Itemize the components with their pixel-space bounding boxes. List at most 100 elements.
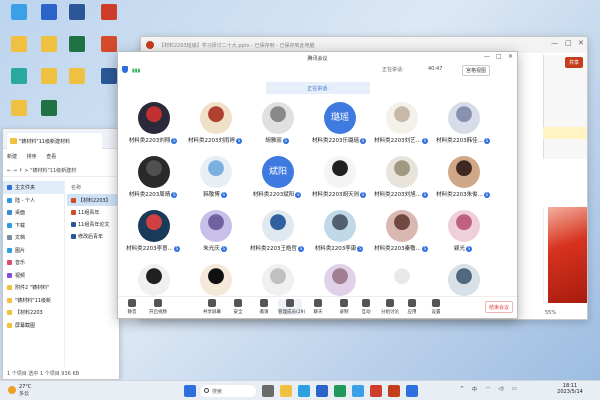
desktop-icon[interactable]	[34, 100, 64, 117]
minimize-icon[interactable]: —	[484, 53, 490, 60]
participant-tile[interactable]: 斌阳 材料类2203斌阳 S	[246, 156, 308, 198]
task-view-icon[interactable]	[262, 385, 274, 397]
volume-icon[interactable]: ◁)	[498, 386, 504, 392]
desktop-icon[interactable]	[94, 4, 124, 21]
desktop-icon[interactable]	[62, 36, 92, 53]
sidebar-item[interactable]: 图片	[3, 244, 64, 257]
up-icon[interactable]: ↑	[19, 168, 23, 174]
desktop-icon[interactable]	[62, 68, 92, 85]
participant-tile[interactable]: 材料类2203刘翔 S	[122, 102, 184, 144]
participant-tile[interactable]: 材料类2203朱俊... S	[432, 156, 494, 198]
taskbar-search[interactable]: 搜索	[200, 385, 256, 397]
wifi-icon[interactable]: ◠	[486, 386, 490, 392]
participant-tile[interactable]: 材料类2203王皓哲 S	[246, 210, 308, 252]
participant-tile[interactable]: 璐瑶 材料类2203乐璐瑶 S	[308, 102, 370, 144]
toolbar-button[interactable]: 设置	[424, 299, 448, 315]
participant-tile[interactable]: 材料类2203秦敬... S	[370, 210, 432, 252]
maximize-icon[interactable]: □	[565, 39, 572, 47]
sidebar-item[interactable]: 文档	[3, 231, 64, 244]
store-icon[interactable]	[316, 385, 328, 397]
sidebar-item[interactable]: 【材料2203	[3, 306, 64, 319]
participant-tile[interactable]: 材料类2203刘艺... S	[370, 102, 432, 144]
address-bar[interactable]: ← → ↑ > "铸材料"11级新建材	[3, 163, 119, 177]
close-icon[interactable]: ✕	[578, 39, 584, 47]
toolbar-button[interactable]: 分组讨论	[378, 299, 402, 315]
new-button[interactable]: 新建	[7, 154, 17, 160]
toolbar-button[interactable]: 静音	[120, 299, 144, 315]
file-explorer-taskbar-icon[interactable]	[280, 385, 292, 397]
participant-tile[interactable]: 韩敬博 S	[184, 156, 246, 198]
sidebar-item[interactable]: 陆 - 个人	[3, 194, 64, 207]
chrome-icon[interactable]	[334, 385, 346, 397]
desktop-icon[interactable]	[4, 4, 34, 21]
sidebar-item[interactable]: "铸材料"11级新	[3, 294, 64, 307]
toolbar-button[interactable]: 管理成员(29)	[278, 299, 305, 315]
sidebar-item[interactable]: 附件2 "铸材料"	[3, 281, 64, 294]
grid-view-button[interactable]: 宫格视图	[462, 65, 491, 76]
taskbar-clock[interactable]: 18:11 2023/5/14	[553, 383, 587, 395]
participant-tile[interactable]: 材料类2203韩佳... S	[432, 102, 494, 144]
sidebar-item[interactable]: 桌面	[3, 206, 64, 219]
file-explorer-window[interactable]: "铸材料"11级新建材料 新建 排序 查看 ← → ↑ > "铸材料"11级新建…	[2, 128, 120, 380]
toolbar-button[interactable]: 邀请	[252, 299, 276, 315]
desktop-icon[interactable]	[34, 36, 64, 53]
desktop-icon[interactable]	[34, 68, 64, 85]
ppt-slide-canvas[interactable]	[543, 207, 587, 303]
toolbar-button[interactable]: 应用	[400, 299, 424, 315]
sidebar-item[interactable]: 视频	[3, 269, 64, 282]
app-icon[interactable]	[352, 385, 364, 397]
desktop-icon[interactable]	[4, 36, 34, 53]
explorer-tab[interactable]: "铸材料"11级新建材料	[7, 133, 102, 149]
start-icon[interactable]	[184, 385, 196, 397]
participant-tile[interactable]: 材料类2203李意... S	[122, 210, 184, 252]
end-meeting-button[interactable]: 结束会议	[485, 301, 513, 313]
toolbar-button[interactable]: 聊天	[306, 299, 330, 315]
signal-icon[interactable]: ▮▮▮	[132, 68, 140, 74]
file-row[interactable]: 修改后青年	[67, 230, 119, 242]
sidebar-item[interactable]: 下载	[3, 219, 64, 232]
participant-tile[interactable]: 材料类2203周晴 S	[122, 156, 184, 198]
maximize-icon[interactable]: □	[496, 53, 502, 60]
tencent-meeting-window[interactable]: 腾讯会议 — □ ✕ ▮▮▮ 正在讲话: 40:47 宫格视图 正在讲话: 材料…	[117, 51, 518, 319]
back-icon[interactable]: ←	[7, 168, 11, 174]
participant-tile[interactable]: 颖光 S	[432, 210, 494, 252]
toolbar-button[interactable]: 共享屏幕	[200, 299, 224, 315]
file-row[interactable]: 11组青年	[67, 206, 119, 218]
document-icon	[71, 234, 76, 239]
participant-tile[interactable]: 朱光庆 S	[184, 210, 246, 252]
file-row[interactable]: 【材料2203】	[67, 194, 119, 206]
minimize-icon[interactable]: —	[551, 39, 558, 47]
close-icon[interactable]: ✕	[508, 53, 513, 60]
lang-indicator[interactable]: 中	[472, 386, 477, 393]
toolbar-button[interactable]: 录制	[332, 299, 356, 315]
toolbar-button[interactable]: 安全	[226, 299, 250, 315]
shield-icon[interactable]	[122, 66, 128, 73]
participant-tile[interactable]: 材料类2203胡天则 S	[308, 156, 370, 198]
desktop-icon[interactable]	[34, 4, 64, 21]
sort-button[interactable]: 排序	[27, 154, 37, 160]
sidebar-item[interactable]: 音乐	[3, 256, 64, 269]
tencent-meeting-taskbar-icon[interactable]	[406, 385, 418, 397]
edge-icon[interactable]	[298, 385, 310, 397]
file-row[interactable]: 11组青年论文	[67, 218, 119, 230]
sidebar-item[interactable]: 主文件夹	[3, 181, 64, 194]
desktop-icon[interactable]	[4, 100, 34, 117]
desktop-icon[interactable]	[62, 4, 92, 21]
participant-tile[interactable]: 材料类2203李康 S	[308, 210, 370, 252]
desktop-icon[interactable]	[4, 68, 34, 85]
tray-overflow-icon[interactable]: ^	[460, 386, 464, 392]
share-button[interactable]: 共享	[564, 57, 583, 68]
toolbar-button[interactable]: 互动	[354, 299, 378, 315]
app-icon[interactable]	[370, 385, 382, 397]
participant-tile[interactable]: 材料类2203刘雨婷 S	[184, 102, 246, 144]
sidebar-item[interactable]: 屏幕截图	[3, 319, 64, 332]
forward-icon[interactable]: →	[13, 168, 17, 174]
view-button[interactable]: 查看	[46, 154, 56, 160]
toolbar-button[interactable]: 开启视频	[146, 299, 170, 315]
column-header-name[interactable]: 名称	[67, 181, 119, 194]
participant-tile[interactable]: 材料类2203刘旭... S	[370, 156, 432, 198]
powerpoint-taskbar-icon[interactable]	[388, 385, 400, 397]
battery-icon[interactable]: ▭	[512, 386, 517, 392]
participant-tile[interactable]: 胡雅丽 S	[246, 102, 308, 144]
ppt-zoom-level[interactable]: 55%	[543, 307, 587, 319]
